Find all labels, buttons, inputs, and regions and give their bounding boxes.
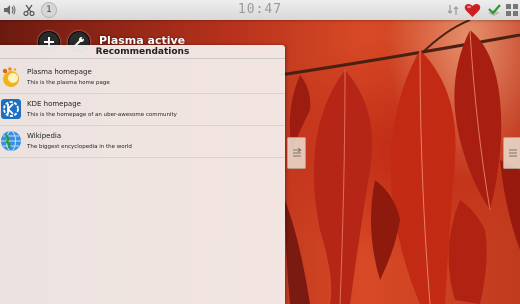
- recommendation-description: This is the homepage of an uber-awesome …: [27, 112, 177, 118]
- grip-icon: [508, 144, 518, 163]
- divider: [0, 157, 285, 158]
- recommendation-description: This is the plasma home page: [27, 80, 110, 86]
- scissors-icon[interactable]: [22, 1, 36, 19]
- panel-title: Recommendations: [95, 47, 190, 57]
- kde-icon: [0, 98, 22, 120]
- notification-count: 1: [41, 2, 57, 18]
- recommendation-item-wikipedia[interactable]: Wikipedia The biggest encyclopedia in th…: [0, 126, 285, 158]
- divider: [0, 58, 285, 59]
- recommendation-item-kde[interactable]: KDE homepage This is the homepage of an …: [0, 94, 285, 126]
- volume-icon[interactable]: [2, 1, 16, 19]
- recommendation-item-plasma[interactable]: Plasma homepage This is the plasma home …: [0, 62, 285, 94]
- grid-menu-icon[interactable]: [505, 1, 519, 19]
- clock[interactable]: 10:47: [230, 2, 290, 17]
- recommendation-description: The biggest encyclopedia in the world: [27, 144, 132, 150]
- status-bar: 1 10:47: [0, 0, 520, 20]
- recommendations-panel: Recommendations Plasma homepage This is …: [0, 45, 285, 304]
- recommendation-title: KDE homepage: [27, 100, 81, 108]
- notification-count-badge[interactable]: 1: [41, 1, 57, 19]
- heart-icon[interactable]: [462, 1, 482, 19]
- globe-icon: [0, 130, 22, 152]
- task-check-icon[interactable]: [485, 1, 503, 19]
- network-icon[interactable]: [446, 1, 460, 19]
- right-panel-handle[interactable]: [503, 137, 520, 169]
- plasma-icon: [0, 66, 22, 88]
- panel-drag-handle[interactable]: [287, 137, 306, 169]
- recommendation-title: Wikipedia: [27, 132, 62, 140]
- grip-icon: [292, 144, 302, 163]
- recommendation-title: Plasma homepage: [27, 68, 92, 76]
